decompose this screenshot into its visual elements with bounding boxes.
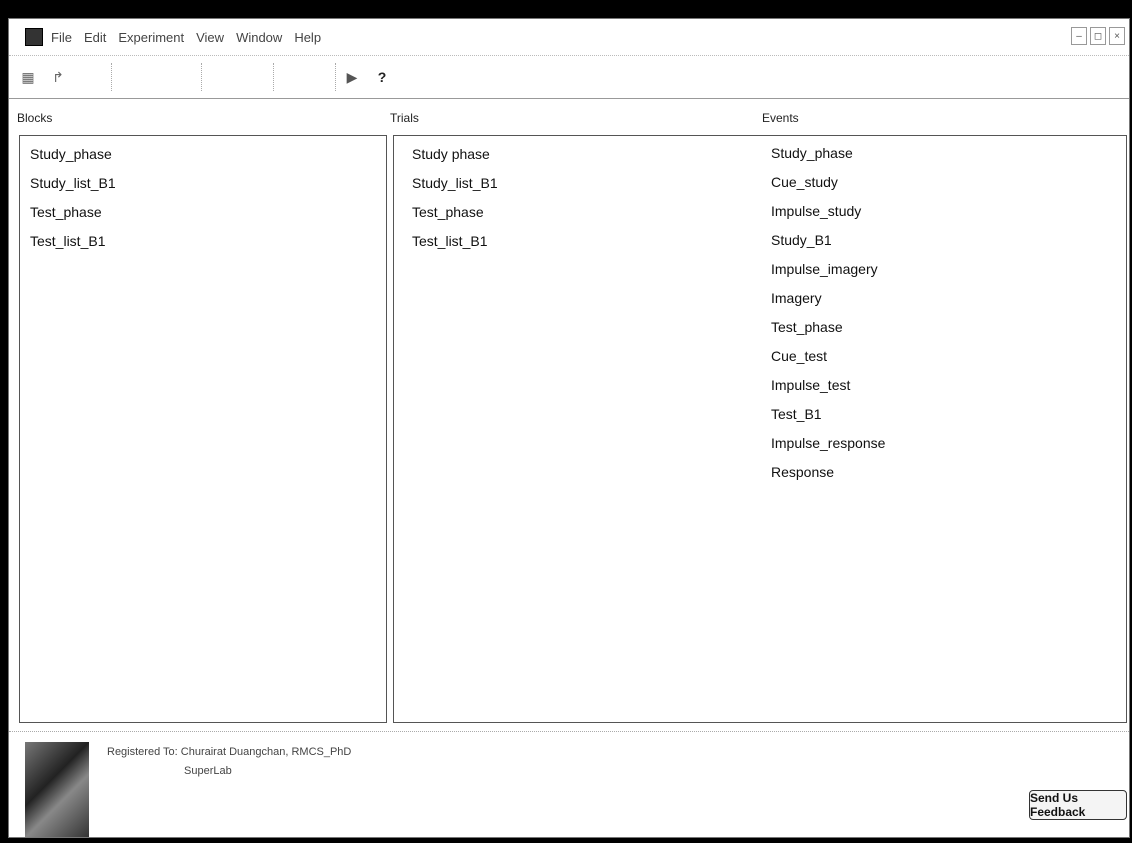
event-item[interactable]: Impulse_response [771,429,885,458]
trial-item[interactable]: Test_list_B1 [412,227,1126,256]
event-item[interactable]: Impulse_study [771,197,885,226]
toolbar-separator [273,63,275,91]
menu-bar: File Edit Experiment View Window Help – … [9,19,1129,56]
close-icon[interactable]: × [1109,27,1125,45]
menu-edit[interactable]: Edit [84,30,106,45]
menu-help[interactable]: Help [294,30,321,45]
send-feedback-button[interactable]: Send Us Feedback [1029,790,1127,820]
blocks-panel[interactable]: Study_phase Study_list_B1 Test_phase Tes… [19,135,387,723]
status-bar: Registered To: Churairat Duangchan, RMCS… [9,731,1129,837]
open-icon[interactable]: ↱ [47,66,69,88]
help-icon[interactable]: ? [371,66,393,88]
event-item[interactable]: Impulse_imagery [771,255,885,284]
restore-icon[interactable]: ◻ [1090,27,1106,45]
minimize-icon[interactable]: – [1071,27,1087,45]
events-list: Study_phase Cue_study Impulse_study Stud… [771,139,885,487]
event-item[interactable]: Response [771,458,885,487]
trial-item[interactable]: Test_phase [412,198,1126,227]
new-icon[interactable]: ▦ [17,66,39,88]
block-item[interactable]: Test_list_B1 [30,227,386,256]
blocks-label: Blocks [17,111,53,125]
trial-item[interactable]: Study_list_B1 [412,169,1126,198]
event-item[interactable]: Impulse_test [771,371,885,400]
menu-view[interactable]: View [196,30,224,45]
toolbar-separator [201,63,203,91]
event-item[interactable]: Imagery [771,284,885,313]
event-item[interactable]: Cue_study [771,168,885,197]
event-item[interactable]: Study_phase [771,139,885,168]
product-name: SuperLab [184,765,232,777]
menu-experiment[interactable]: Experiment [118,30,184,45]
event-item[interactable]: Test_B1 [771,400,885,429]
event-item[interactable]: Cue_test [771,342,885,371]
menu-window[interactable]: Window [236,30,282,45]
block-item[interactable]: Study_list_B1 [30,169,386,198]
event-item[interactable]: Study_B1 [771,226,885,255]
event-item[interactable]: Test_phase [771,313,885,342]
window-controls: – ◻ × [1071,27,1125,45]
toolbar: ▦ ↱ ▶ ? [9,56,1129,99]
block-item[interactable]: Study_phase [30,140,386,169]
run-icon[interactable]: ▶ [341,66,363,88]
toolbar-separator [335,63,337,91]
toolbar-separator [111,63,113,91]
app-window: File Edit Experiment View Window Help – … [8,18,1130,838]
trials-label: Trials [390,111,419,125]
menu-file[interactable]: File [51,30,72,45]
events-label: Events [762,111,799,125]
registration-text: Registered To: Churairat Duangchan, RMCS… [107,746,352,758]
trial-item[interactable]: Study phase [412,140,1126,169]
trials-events-panel[interactable]: Study phase Study_list_B1 Test_phase Tes… [393,135,1127,723]
superlab-logo [25,742,89,837]
app-icon[interactable] [25,28,43,46]
block-item[interactable]: Test_phase [30,198,386,227]
